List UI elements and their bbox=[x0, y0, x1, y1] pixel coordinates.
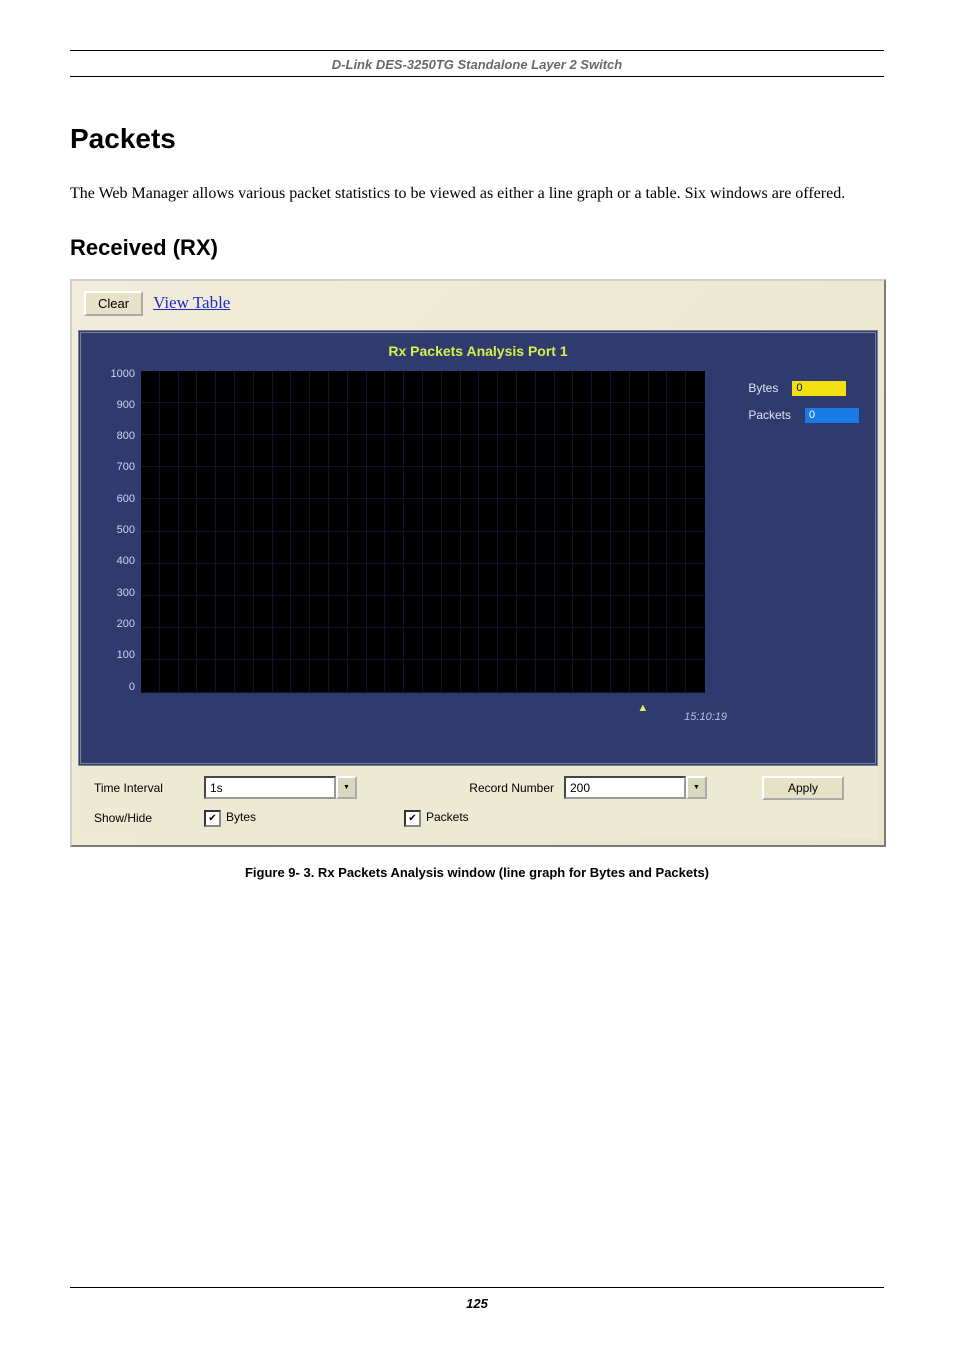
x-time-label: 15:10:19 bbox=[684, 711, 727, 723]
y-tick: 100 bbox=[91, 650, 135, 661]
header-rule-bottom bbox=[70, 76, 884, 77]
chart-panel: Rx Packets Analysis Port 1 1000 900 800 … bbox=[78, 330, 878, 766]
record-number-select[interactable]: 200 ▼ bbox=[564, 776, 724, 799]
view-table-link[interactable]: View Table bbox=[153, 293, 230, 313]
chart-title: Rx Packets Analysis Port 1 bbox=[81, 333, 875, 363]
time-interval-select[interactable]: 1s ▼ bbox=[204, 776, 404, 799]
y-tick: 800 bbox=[91, 431, 135, 442]
checkbox-checked-icon: ✔ bbox=[404, 810, 421, 827]
page-number: 125 bbox=[70, 1288, 884, 1311]
legend-packets-swatch: 0 bbox=[805, 408, 859, 423]
y-tick: 900 bbox=[91, 400, 135, 411]
header-title: D-Link DES-3250TG Standalone Layer 2 Swi… bbox=[70, 51, 884, 76]
legend-row-bytes: Bytes 0 bbox=[748, 381, 859, 396]
intro-paragraph: The Web Manager allows various packet st… bbox=[70, 183, 884, 205]
packets-checkbox[interactable]: ✔ Packets bbox=[404, 810, 564, 827]
legend-packets-label: Packets bbox=[748, 408, 791, 422]
y-tick: 200 bbox=[91, 619, 135, 630]
controls-bar: Time Interval 1s ▼ Record Number 200 ▼ A… bbox=[78, 766, 878, 839]
figure-caption: Figure 9- 3. Rx Packets Analysis window … bbox=[70, 865, 884, 880]
heading-received-rx: Received (RX) bbox=[70, 235, 884, 261]
legend-bytes-label: Bytes bbox=[748, 381, 778, 395]
chart-legend: Bytes 0 Packets 0 bbox=[748, 381, 859, 435]
bytes-checkbox-label: Bytes bbox=[226, 810, 256, 824]
legend-row-packets: Packets 0 bbox=[748, 408, 859, 423]
chevron-down-icon[interactable]: ▼ bbox=[686, 776, 707, 799]
show-hide-label: Show/Hide bbox=[94, 811, 204, 825]
y-tick: 400 bbox=[91, 556, 135, 567]
time-interval-label: Time Interval bbox=[94, 781, 204, 795]
chart-grid bbox=[141, 371, 705, 693]
y-tick: 0 bbox=[91, 682, 135, 693]
heading-packets: Packets bbox=[70, 123, 884, 155]
y-tick: 600 bbox=[91, 494, 135, 505]
time-interval-value: 1s bbox=[204, 776, 336, 799]
clear-button[interactable]: Clear bbox=[84, 291, 143, 316]
rx-packets-window: Clear View Table Rx Packets Analysis Por… bbox=[70, 279, 886, 847]
y-tick: 1000 bbox=[91, 369, 135, 380]
legend-bytes-swatch: 0 bbox=[792, 381, 846, 396]
y-tick: 700 bbox=[91, 462, 135, 473]
apply-button[interactable]: Apply bbox=[762, 776, 844, 800]
window-toolbar: Clear View Table bbox=[72, 281, 884, 330]
chart-plot-area: ▲ bbox=[141, 371, 705, 693]
record-number-value: 200 bbox=[564, 776, 686, 799]
y-tick: 300 bbox=[91, 588, 135, 599]
y-axis-ticks: 1000 900 800 700 600 500 400 300 200 100… bbox=[91, 369, 135, 693]
chevron-down-icon[interactable]: ▼ bbox=[336, 776, 357, 799]
record-number-label: Record Number bbox=[404, 781, 564, 795]
packets-checkbox-label: Packets bbox=[426, 810, 469, 824]
checkbox-checked-icon: ✔ bbox=[204, 810, 221, 827]
y-tick: 500 bbox=[91, 525, 135, 536]
arrow-up-icon: ▲ bbox=[637, 705, 648, 711]
x-cursor-marker: ▲ bbox=[637, 705, 648, 711]
bytes-checkbox[interactable]: ✔ Bytes bbox=[204, 810, 404, 827]
